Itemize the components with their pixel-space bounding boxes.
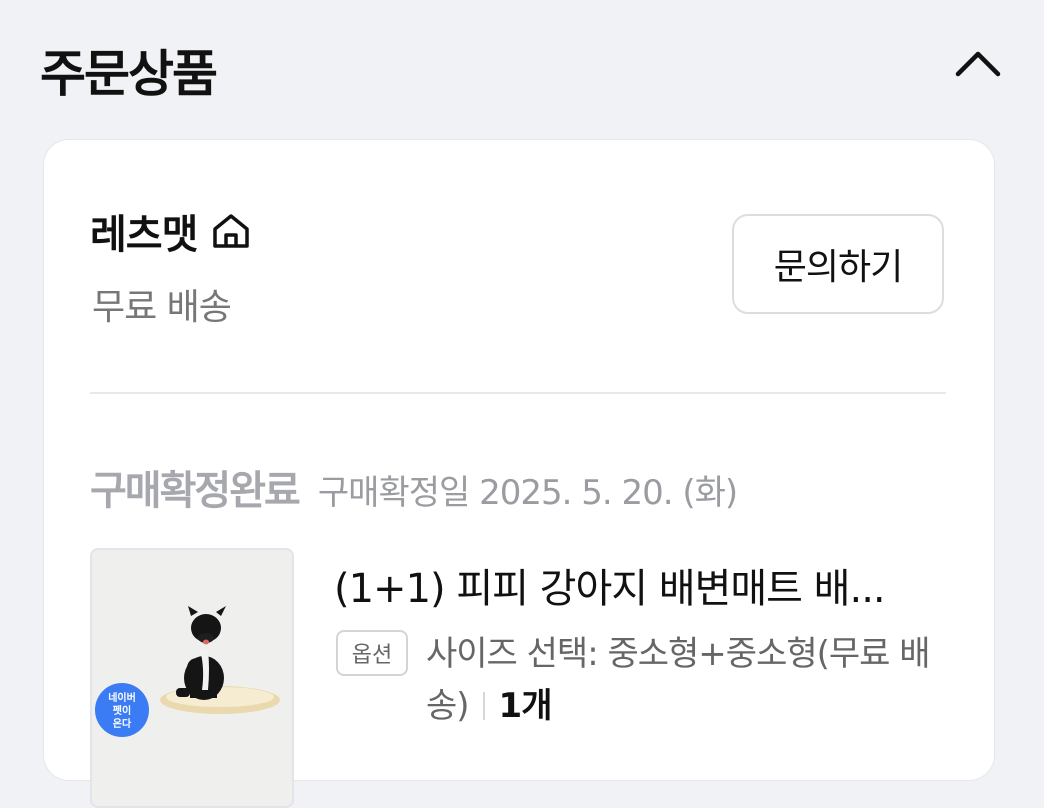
seller-row: 레츠맷: [90, 202, 253, 258]
seller-name[interactable]: 레츠맷: [90, 202, 198, 260]
option-details: 사이즈 선택: 중소형+중소형(무료 배송) 1개: [426, 628, 946, 732]
divider: [90, 392, 946, 394]
quantity: 1개: [498, 686, 553, 726]
option-badge: 옵션: [336, 630, 408, 676]
confirm-date: 구매확정일 2025. 5. 20. (화): [317, 473, 738, 513]
thumb-badge-line-2: 펫이: [113, 704, 131, 717]
product-title[interactable]: (1+1) 피피 강아지 배변매트 배...: [334, 556, 934, 614]
order-status-row: 구매확정완료 구매확정일 2025. 5. 20. (화): [90, 458, 738, 516]
dog-on-mat-image: 네이버 펫이 온다: [92, 550, 292, 806]
thumb-badge-line-3: 온다: [113, 717, 132, 730]
section-title: 주문상품: [40, 45, 218, 103]
home-icon[interactable]: [209, 209, 253, 253]
thumb-badge-line-1: 네이버: [108, 691, 136, 704]
chevron-up-icon[interactable]: [952, 42, 1004, 86]
product-thumbnail[interactable]: 네이버 펫이 온다: [90, 548, 294, 808]
separator: [482, 692, 485, 720]
order-card: 레츠맷 무료 배송 문의하기 구매확정완료 구매확정일 2025. 5. 20.…: [43, 139, 995, 808]
inquiry-button[interactable]: 문의하기: [732, 214, 944, 314]
order-status: 구매확정완료: [90, 468, 301, 514]
shipping-info: 무료 배송: [92, 287, 232, 328]
order-items-header: 주문상품: [40, 28, 1004, 103]
